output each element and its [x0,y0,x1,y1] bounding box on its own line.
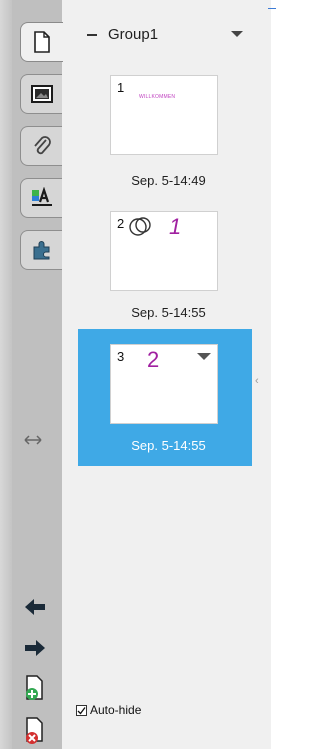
canvas-edge [271,0,281,749]
move-left-arrow-icon[interactable] [22,595,48,619]
page-number: 2 [117,216,125,231]
tab-properties[interactable] [20,178,62,218]
autohide-checkbox[interactable]: Auto-hide [76,702,141,718]
page-thumbnail-3[interactable]: 3 2 [110,344,218,424]
group-header[interactable]: Group1 [84,24,264,44]
delete-page-icon[interactable] [22,716,48,746]
top-edge-line [268,8,276,9]
expand-chevron-icon[interactable]: ‹ [255,375,259,387]
group-menu-chevron-icon[interactable] [231,31,243,37]
page-date: Sep. 5-14:55 [131,438,206,453]
gallery-icon [30,85,53,103]
add-page-icon[interactable] [22,674,48,702]
ink-circles-drawing [129,217,151,236]
checkbox-icon[interactable] [76,704,87,716]
page-date: Sep. 5-14:55 [131,305,206,320]
page-thumbnail-1[interactable]: 1 WILLKOMMEN [110,75,218,155]
page-sorter-icon [34,31,50,53]
tab-add-ons[interactable] [20,230,62,270]
page-number: 1 [117,80,125,95]
move-right-arrow-icon[interactable] [22,636,48,660]
page-thumbnail-2[interactable]: 2 1 [110,211,218,291]
group-label: Group1 [108,26,159,43]
resize-arrows-icon[interactable] [22,432,44,448]
properties-icon [31,187,52,206]
page-menu-chevron-icon[interactable] [197,353,211,360]
ink-number: 2 [147,347,160,372]
ink-number: 1 [169,214,182,239]
page-content-text: WILLKOMMEN [139,94,176,100]
tab-page-sorter[interactable] [20,22,63,62]
add-ons-icon [33,241,49,260]
tab-gallery[interactable] [20,74,62,114]
page-date: Sep. 5-14:49 [131,173,206,188]
attachments-icon [33,136,51,155]
tab-attachments[interactable] [20,126,62,166]
page-number: 3 [117,349,125,364]
collapse-icon[interactable] [87,34,97,36]
left-edge-strip [0,0,12,749]
autohide-label: Auto-hide [90,703,142,717]
